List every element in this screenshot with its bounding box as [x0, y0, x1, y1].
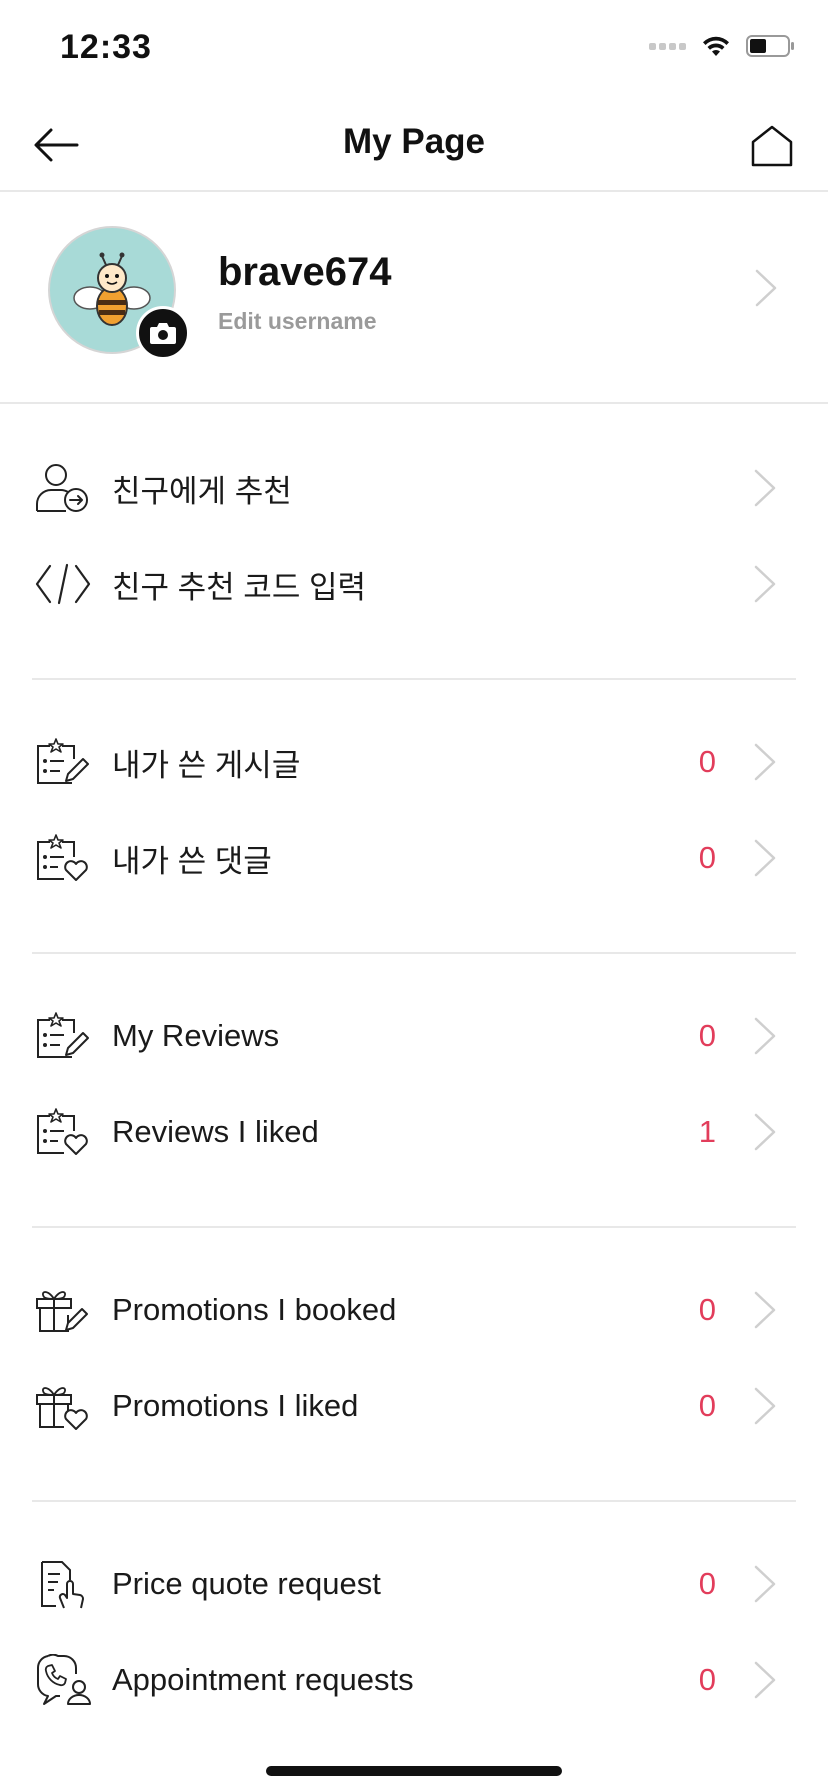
camera-icon — [150, 323, 176, 344]
section-divider — [32, 1226, 796, 1228]
menu-row-count: 0 — [698, 744, 716, 779]
menu-row-section-1-item-0[interactable]: 내가 쓴 게시글 0 — [32, 714, 796, 810]
code-icon — [34, 553, 96, 615]
document-touch-icon — [34, 1553, 96, 1615]
chevron-right-icon — [750, 740, 780, 784]
phone-person-icon — [34, 1649, 96, 1711]
status-bar: 12:33 — [0, 0, 828, 100]
edit-username-link[interactable]: Edit username — [218, 308, 377, 335]
chevron-right-icon — [750, 1562, 780, 1606]
chevron-right-icon — [750, 1288, 780, 1332]
star-list-edit-icon — [34, 1005, 96, 1067]
menu-row-label: 내가 쓴 댓글 — [112, 843, 272, 879]
menu-row-label: Promotions I booked — [112, 1292, 397, 1327]
star-list-edit-icon — [34, 731, 96, 793]
menu-row-label: 친구에게 추천 — [112, 473, 292, 509]
chevron-right-icon — [750, 1014, 780, 1058]
status-time: 12:33 — [60, 28, 152, 66]
menu-row-section-0-item-0[interactable]: 친구에게 추천 — [32, 440, 796, 536]
gift-heart-icon — [34, 1375, 96, 1437]
star-list-heart-icon — [34, 1101, 96, 1163]
menu-row-label: Reviews I liked — [112, 1114, 319, 1149]
status-icons — [649, 34, 796, 58]
chevron-right-icon — [750, 836, 780, 880]
menu-row-reviews-i-liked[interactable]: Reviews I liked 1 — [32, 1084, 796, 1180]
menu-row-count: 0 — [698, 1018, 716, 1053]
menu-row-section-1-item-1[interactable]: 내가 쓴 댓글 0 — [32, 810, 796, 906]
menu-row-count: 0 — [698, 840, 716, 875]
battery-icon — [746, 35, 794, 57]
wifi-icon — [703, 36, 729, 56]
navigation-bar: My Page — [0, 100, 828, 192]
page-title: My Page — [343, 122, 485, 161]
chevron-right-icon — [750, 1658, 780, 1702]
menu-row-section-0-item-1[interactable]: 친구 추천 코드 입력 — [32, 536, 796, 632]
menu-row-count: 0 — [698, 1388, 716, 1423]
menu-row-label: 내가 쓴 게시글 — [112, 747, 301, 783]
section-divider — [32, 678, 796, 680]
menu-row-appointment-requests[interactable]: Appointment requests 0 — [32, 1632, 796, 1728]
home-indicator — [266, 1766, 562, 1776]
username: brave674 — [218, 250, 392, 294]
profile-header[interactable]: brave674 Edit username — [0, 196, 828, 404]
menu-row-promotions-i-booked[interactable]: Promotions I booked 0 — [32, 1262, 796, 1358]
menu-row-promotions-i-liked[interactable]: Promotions I liked 0 — [32, 1358, 796, 1454]
chevron-right-icon — [750, 1110, 780, 1154]
menu-row-label: 친구 추천 코드 입력 — [112, 569, 366, 605]
menu-row-label: My Reviews — [112, 1018, 280, 1053]
menu-row-label: Price quote request — [112, 1566, 381, 1601]
signal-icon — [649, 42, 686, 50]
gift-edit-icon — [34, 1279, 96, 1341]
section-divider — [32, 952, 796, 954]
menu-row-count: 1 — [698, 1114, 716, 1149]
home-icon — [751, 125, 793, 167]
menu-row-my-reviews[interactable]: My Reviews 0 — [32, 988, 796, 1084]
home-button[interactable] — [744, 118, 800, 174]
menu-row-price-quote-request[interactable]: Price quote request 0 — [32, 1536, 796, 1632]
menu-row-label: Appointment requests — [112, 1662, 414, 1697]
chevron-right-icon — [750, 1384, 780, 1428]
chevron-right-icon — [750, 562, 780, 606]
change-photo-button[interactable] — [136, 306, 190, 360]
menu-row-count: 0 — [698, 1292, 716, 1327]
user-share-icon — [34, 457, 96, 519]
chevron-right-icon — [754, 268, 778, 313]
menu-row-label: Promotions I liked — [112, 1388, 359, 1423]
chevron-right-icon — [750, 466, 780, 510]
section-divider — [32, 1500, 796, 1502]
menu-row-count: 0 — [698, 1566, 716, 1601]
star-list-heart-icon — [34, 827, 96, 889]
menu-row-count: 0 — [698, 1662, 716, 1697]
